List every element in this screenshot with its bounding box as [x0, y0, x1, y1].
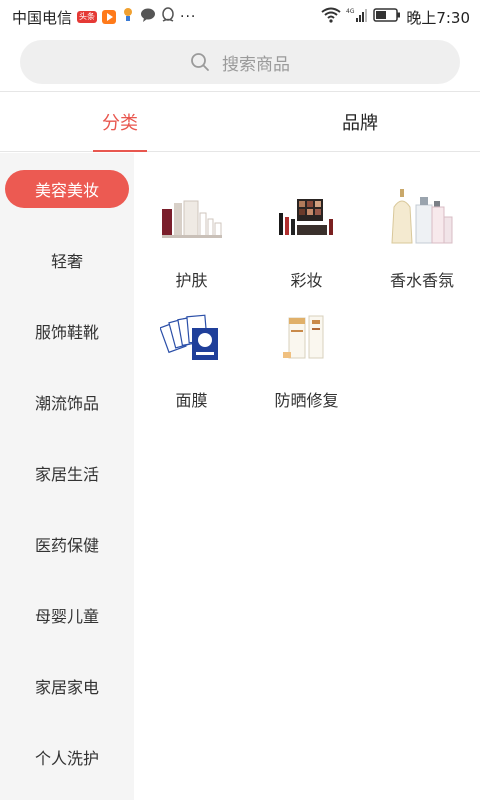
- sidebar-item-fashion-accessories[interactable]: 潮流饰品: [0, 366, 134, 437]
- tab-brand[interactable]: 品牌: [240, 92, 480, 151]
- location-app-icon: [121, 7, 135, 27]
- subcategory-makeup[interactable]: 彩妆: [249, 181, 364, 293]
- subcategory-label: 面膜: [175, 391, 208, 410]
- sidebar-item-personal-care[interactable]: 个人洗护: [0, 721, 134, 792]
- subcategory-grid: 护肤 彩妆 香水香氛 面膜 防晒修复: [134, 153, 480, 413]
- sunscreen-icon: [271, 301, 343, 373]
- sidebar-item-label: 母婴儿童: [34, 606, 99, 626]
- subcategory-face-mask[interactable]: 面膜: [134, 301, 249, 413]
- clock-time: 晚上7:30: [406, 8, 470, 27]
- chat-bubble-icon: [140, 8, 156, 26]
- sidebar-item-luxury[interactable]: 轻奢: [0, 224, 134, 295]
- sidebar-item-mother-baby[interactable]: 母婴儿童: [0, 579, 134, 650]
- network-type-label: 4G: [346, 8, 355, 15]
- subcategory-sunscreen[interactable]: 防晒修复: [249, 301, 364, 413]
- signal-4g-icon: 4G: [346, 7, 368, 27]
- carrier-name: 中国电信: [12, 8, 73, 27]
- skincare-products-icon: [156, 181, 228, 253]
- tab-category[interactable]: 分类: [0, 92, 240, 151]
- sidebar-item-home-appliances[interactable]: 家居家电: [0, 650, 134, 721]
- sidebar-item-label: 轻奢: [50, 251, 83, 271]
- search-input[interactable]: 搜索商品: [20, 40, 460, 84]
- subcategory-skincare[interactable]: 护肤: [134, 181, 249, 293]
- category-brand-tabs: 分类 品牌: [0, 92, 480, 152]
- subcategory-label: 防晒修复: [274, 391, 339, 410]
- sidebar-item-label: 医药保健: [34, 535, 99, 555]
- wifi-icon: [321, 7, 341, 27]
- sidebar-item-label: 服饰鞋靴: [34, 322, 99, 342]
- sidebar-item-health[interactable]: 医药保健: [0, 508, 134, 579]
- qq-app-icon: [161, 7, 175, 27]
- more-notifications-icon: ···: [180, 9, 197, 25]
- search-icon: [190, 52, 210, 72]
- sidebar-item-label: 潮流饰品: [34, 393, 99, 413]
- search-placeholder: 搜索商品: [222, 54, 290, 75]
- status-right: 4G 晚上7:30: [321, 7, 470, 28]
- subcategory-label: 彩妆: [290, 271, 323, 290]
- subcategory-perfume[interactable]: 香水香氛: [364, 181, 480, 293]
- sidebar-item-label: 家居生活: [34, 464, 99, 484]
- status-bar: 中国电信 头条 ··· 4G 晚上7:30: [0, 0, 480, 34]
- search-bar-container: 搜索商品: [0, 34, 480, 92]
- makeup-palette-icon: [271, 181, 343, 253]
- video-app-icon: [102, 10, 117, 24]
- subcategory-label: 护肤: [175, 271, 208, 290]
- perfume-bottles-icon: [386, 181, 458, 253]
- toutiao-badge-icon: 头条: [77, 11, 98, 23]
- status-left: 中国电信 头条 ···: [12, 7, 196, 28]
- subcategory-label: 香水香氛: [389, 271, 454, 290]
- category-sidebar: 美容美妆 轻奢 服饰鞋靴 潮流饰品 家居生活 医药保健 母婴儿童 家居家电 个人…: [0, 153, 134, 800]
- sidebar-item-label: 美容美妆: [5, 169, 129, 208]
- sidebar-item-apparel-shoes[interactable]: 服饰鞋靴: [0, 295, 134, 366]
- category-content: 护肤 彩妆 香水香氛 面膜 防晒修复: [134, 153, 480, 800]
- sidebar-item-label: 个人洗护: [34, 748, 99, 768]
- face-mask-packs-icon: [156, 301, 228, 373]
- battery-icon: [373, 8, 401, 26]
- sidebar-item-beauty[interactable]: 美容美妆: [0, 153, 134, 224]
- sidebar-item-home-living[interactable]: 家居生活: [0, 437, 134, 508]
- sidebar-item-label: 家居家电: [34, 677, 99, 697]
